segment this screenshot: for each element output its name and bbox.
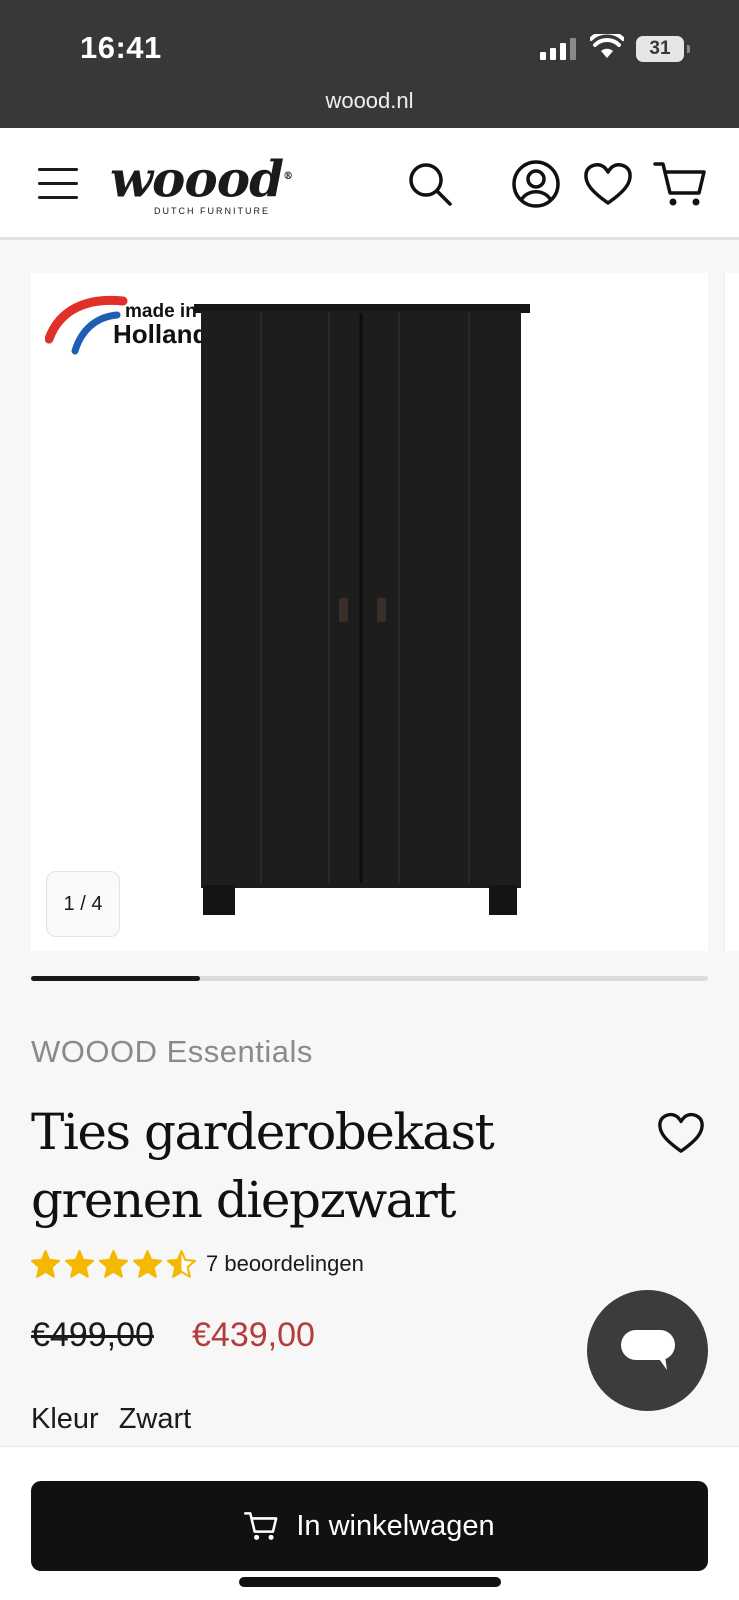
star-icon	[99, 1250, 128, 1278]
site-logo[interactable]: woood® DUTCH FURNITURE	[110, 152, 300, 216]
battery-icon: 31	[636, 36, 690, 62]
logo-word: woood	[110, 149, 284, 209]
chat-icon	[620, 1329, 675, 1370]
colour-option: Kleur Zwart	[31, 1403, 191, 1436]
gallery-progress-fill	[31, 976, 201, 981]
product-rating[interactable]: 7 beoordelingen	[31, 1248, 364, 1280]
wishlist-heart-icon[interactable]	[580, 156, 636, 212]
address-bar[interactable]: woood.nl	[0, 88, 739, 114]
review-count[interactable]: 7 beoordelingen	[206, 1251, 364, 1277]
sale-price: €439,00	[192, 1316, 315, 1354]
star-icon	[133, 1250, 162, 1278]
chat-button[interactable]	[587, 1290, 708, 1411]
status-time: 16:41	[80, 30, 162, 65]
star-icon	[65, 1250, 94, 1278]
add-to-cart-button[interactable]: In winkelwagen	[31, 1481, 708, 1571]
product-title-line-2: grenen diepzwart	[31, 1171, 456, 1229]
product-title: Ties garderobekast grenen diepzwart	[31, 1098, 591, 1234]
slide-counter: 1 / 4	[46, 871, 120, 937]
gallery-progress-bar	[31, 976, 708, 981]
star-icon	[167, 1250, 196, 1278]
star-icon	[31, 1250, 60, 1278]
product-image-gallery[interactable]: made in Holland 1 / 4	[31, 273, 708, 951]
search-icon[interactable]	[402, 156, 458, 212]
colour-value: Zwart	[118, 1403, 192, 1435]
signal-icon	[540, 38, 576, 60]
product-brand[interactable]: WOOOD Essentials	[31, 1034, 313, 1070]
cart-icon[interactable]	[652, 156, 708, 212]
cart-icon	[244, 1512, 278, 1540]
status-bar: 16:41 31 woood.nl	[0, 0, 739, 128]
colour-label: Kleur	[31, 1403, 99, 1435]
product-title-line-1: Ties garderobekast	[31, 1103, 495, 1161]
home-indicator[interactable]	[239, 1577, 501, 1587]
rating-stars	[31, 1250, 196, 1278]
add-to-cart-label: In winkelwagen	[296, 1509, 495, 1542]
add-to-wishlist-heart-icon[interactable]	[657, 1111, 705, 1160]
wardrobe-product-image	[194, 304, 530, 915]
logo-registered: ®	[283, 171, 293, 182]
site-header: woood® DUTCH FURNITURE	[0, 128, 739, 240]
wifi-icon	[589, 30, 625, 65]
account-icon[interactable]	[508, 156, 564, 212]
sticky-bottom-bar: In winkelwagen	[0, 1446, 739, 1600]
next-image-peek[interactable]	[724, 273, 739, 951]
original-price: €499,00	[31, 1316, 154, 1354]
menu-icon[interactable]	[38, 168, 80, 200]
